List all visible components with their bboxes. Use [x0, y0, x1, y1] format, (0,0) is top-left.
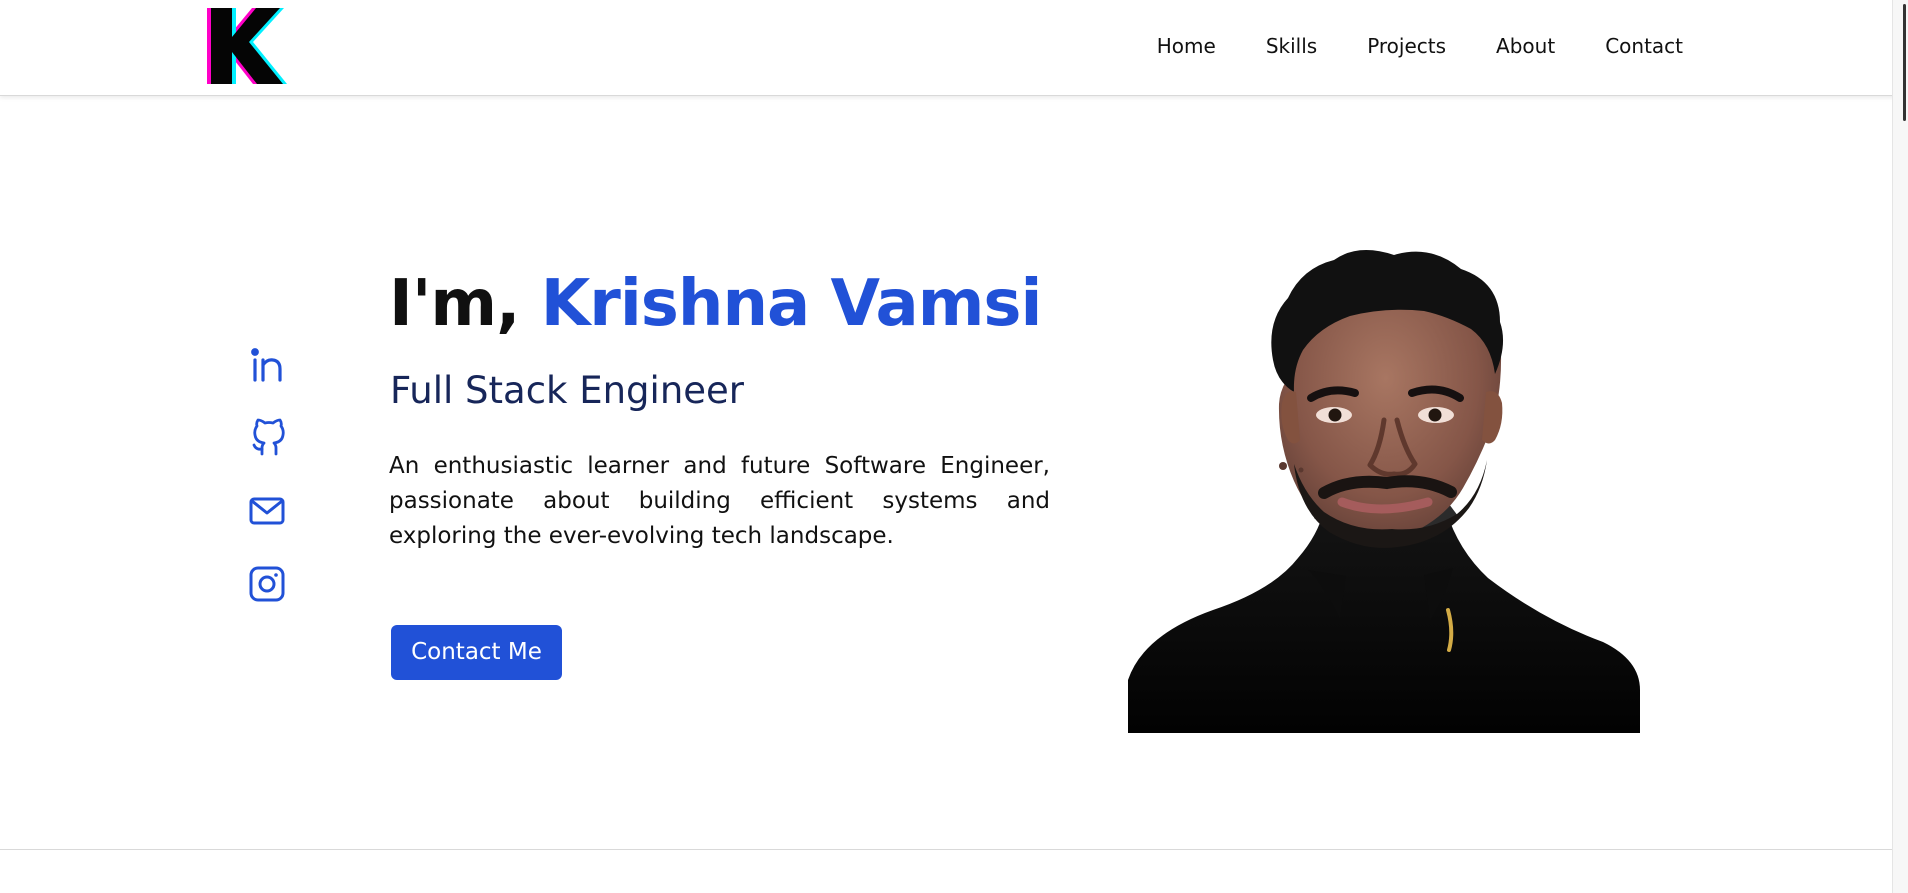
top-navigation-bar: Home Skills Projects About Contact: [0, 0, 1908, 96]
github-link[interactable]: [247, 418, 287, 458]
portfolio-page: Home Skills Projects About Contact I'm, …: [0, 0, 1908, 893]
job-title: Full Stack Engineer: [390, 369, 745, 412]
linkedin-link[interactable]: [247, 345, 287, 385]
hero-bio: An enthusiastic learner and future Softw…: [389, 453, 1050, 549]
linkedin-icon: [251, 348, 282, 382]
nav-home-link[interactable]: Home: [1157, 30, 1216, 62]
contact-me-button[interactable]: Contact Me: [391, 625, 562, 680]
hero-heading: I'm, Krishna Vamsi: [389, 267, 1043, 341]
hero-greeting: I'm,: [389, 267, 520, 341]
k-logo[interactable]: [205, 8, 287, 84]
nav-contact-link[interactable]: Contact: [1605, 30, 1683, 62]
nav-about-link[interactable]: About: [1496, 30, 1555, 62]
social-links: [247, 345, 295, 604]
main-navigation: Home Skills Projects About Contact: [1157, 30, 1683, 62]
github-icon: [252, 418, 285, 456]
profile-portrait: [1128, 250, 1640, 733]
section-divider: [0, 849, 1893, 850]
scrollbar-thumb[interactable]: [1903, 4, 1906, 121]
nav-skills-link[interactable]: Skills: [1266, 30, 1317, 62]
instagram-icon: [249, 566, 285, 602]
instagram-link[interactable]: [247, 564, 287, 604]
page-scrollbar[interactable]: [1892, 0, 1908, 893]
email-link[interactable]: [247, 491, 287, 531]
hero-name: Krishna Vamsi: [540, 267, 1043, 341]
nav-projects-link[interactable]: Projects: [1367, 30, 1446, 62]
mail-icon: [249, 497, 285, 525]
